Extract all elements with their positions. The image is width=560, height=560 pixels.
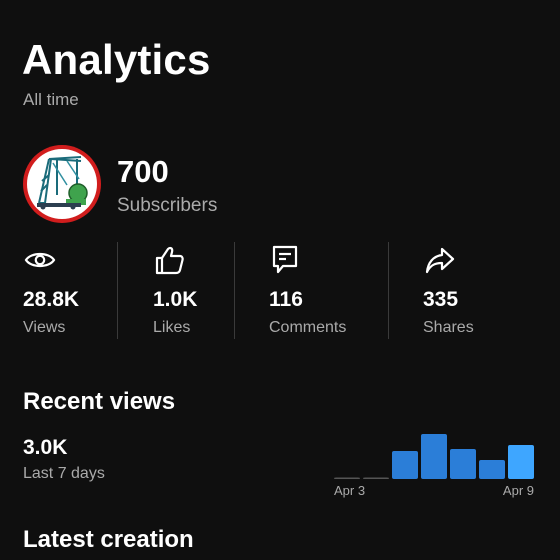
chart-bar <box>508 445 534 479</box>
channel-avatar[interactable] <box>23 145 101 223</box>
comments-value: 116 <box>269 288 303 311</box>
chart-bar <box>421 434 447 479</box>
chart-bar <box>334 477 360 479</box>
recent-views-period: Last 7 days <box>23 465 105 482</box>
share-icon <box>425 247 455 274</box>
crane-logo-icon <box>27 149 97 219</box>
stat-comments[interactable]: 116 Comments <box>269 242 379 342</box>
chart-bar <box>392 451 418 479</box>
stat-divider <box>117 242 118 339</box>
date-range-label[interactable]: All time <box>23 90 79 110</box>
chart-bar <box>363 477 389 479</box>
eye-icon <box>24 252 56 268</box>
recent-views-value: 3.0K <box>23 436 68 459</box>
stat-shares[interactable]: 335 Shares <box>423 242 513 342</box>
stat-likes[interactable]: 1.0K Likes <box>153 242 233 342</box>
stat-divider <box>234 242 235 339</box>
stat-divider <box>388 242 389 339</box>
shares-value: 335 <box>423 288 459 311</box>
recent-views-heading: Recent views <box>23 388 176 415</box>
x-tick-label: Apr 9 <box>503 483 534 498</box>
likes-value: 1.0K <box>153 288 198 311</box>
chart-bar <box>450 449 476 479</box>
subscriber-label: Subscribers <box>117 195 218 216</box>
stat-views[interactable]: 28.8K Views <box>23 242 113 342</box>
views-value: 28.8K <box>23 288 80 311</box>
latest-creation-heading: Latest creation <box>23 526 194 553</box>
comment-icon <box>272 245 298 274</box>
x-tick-label: Apr 3 <box>334 483 365 498</box>
comments-label: Comments <box>269 319 347 336</box>
shares-label: Shares <box>423 319 474 336</box>
recent-views-chart[interactable]: Apr 3 Apr 9 <box>330 422 544 502</box>
page-title: Analytics <box>22 36 211 83</box>
chart-bar <box>479 460 505 479</box>
likes-label: Likes <box>153 319 191 336</box>
views-label: Views <box>23 319 66 336</box>
subscriber-count: 700 <box>117 154 169 189</box>
thumbs-up-icon <box>155 246 184 275</box>
